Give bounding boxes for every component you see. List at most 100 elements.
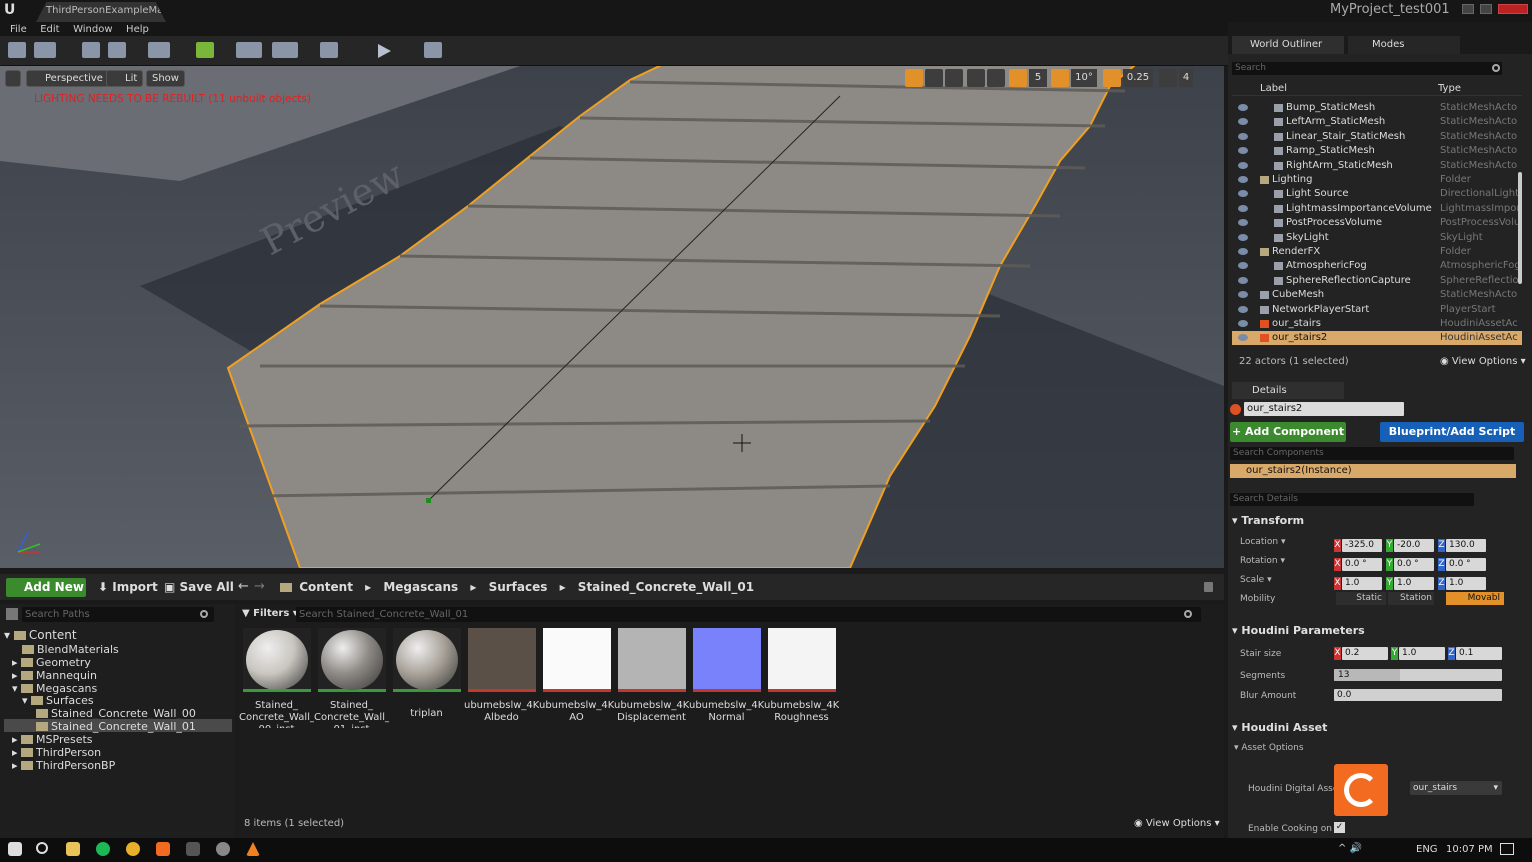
asset-tile[interactable] [243,628,311,696]
segments-slider[interactable]: 13 [1334,669,1502,681]
unreal-taskbar-icon[interactable] [186,842,200,856]
grid-snap-value[interactable]: 5 [1029,69,1047,87]
outliner-row[interactable]: Bump_StaticMesh StaticMeshActor [1232,101,1522,115]
houdini-taskbar-icon[interactable] [156,842,170,856]
save-icon[interactable] [8,42,26,58]
tree-item-blendmaterials[interactable]: BlendMaterials [22,643,119,656]
marketplace-icon[interactable] [108,42,126,58]
launch-icon[interactable] [424,42,442,58]
menu-file[interactable]: File [10,24,27,35]
digital-asset-select[interactable]: our_stairs ▾ [1410,781,1502,795]
tree-item-thirdperson[interactable]: ▸ ThirdPerson [12,746,101,759]
world-icon[interactable] [967,69,985,87]
visibility-eye-icon[interactable] [1238,276,1248,284]
outliner-search-input[interactable]: Search [1232,62,1502,75]
camera-speed-value[interactable]: 4 [1179,69,1193,87]
tab-world-outliner[interactable]: World Outliner [1232,36,1344,54]
rotation-z-input[interactable]: 0.0 ° [1446,558,1486,571]
details-tab[interactable]: Details [1232,382,1344,399]
add-new-button[interactable]: Add New [6,578,86,597]
actor-name-input[interactable]: our_stairs2 [1244,402,1404,416]
add-component-button[interactable]: + Add Component ▾ [1230,422,1346,458]
asset-tile[interactable] [393,628,461,696]
lit-button[interactable]: Lit [106,70,144,87]
viewport-options-button[interactable] [5,70,21,87]
content-icon[interactable] [82,42,100,58]
outliner-row[interactable]: RightArm_StaticMesh StaticMeshActor [1232,159,1522,173]
unity-taskbar-icon[interactable] [216,842,230,856]
visibility-eye-icon[interactable] [1238,291,1248,299]
maximize-icon[interactable] [1480,4,1492,14]
search-details-input[interactable]: Search Details [1230,493,1474,506]
tree-item-geometry[interactable]: ▸ Geometry [12,656,91,669]
outliner-row[interactable]: Ramp_StaticMesh StaticMeshActor [1232,144,1522,158]
visibility-eye-icon[interactable] [1238,305,1248,313]
outliner-row[interactable]: CubeMesh StaticMeshActor [1232,288,1522,302]
outliner-row[interactable]: NetworkPlayerStart PlayerStart [1232,303,1522,317]
vlc-icon[interactable] [246,842,260,856]
houdini-asset-thumbnail[interactable] [1334,764,1388,816]
unreal-logo-icon[interactable]: U [4,2,20,18]
save-all-button[interactable]: ▣ Save All [164,580,234,594]
mobility-static[interactable]: Static [1336,592,1386,605]
sources-toggle-icon[interactable] [6,608,18,620]
back-icon[interactable]: ← [238,579,249,594]
tree-item-mspresets[interactable]: ▸ MSPresets [12,733,93,746]
component-instance-row[interactable]: our_stairs2(Instance) [1230,464,1516,478]
visibility-eye-icon[interactable] [1238,233,1248,241]
grid-snap-icon[interactable] [1009,69,1027,87]
show-button[interactable]: Show [146,70,185,87]
outliner-row[interactable]: Lighting Folder [1232,173,1522,187]
tray-icons[interactable]: ^ 🔊 [1338,843,1362,854]
asset-tile[interactable] [618,628,686,696]
breadcrumb-megascans[interactable]: Megascans [383,580,458,594]
windows-start-icon[interactable] [8,842,22,856]
tab-modes[interactable]: Modes [1348,36,1460,54]
stair-size-z-input[interactable]: 0.1 [1456,647,1502,660]
outliner-row[interactable]: AtmosphericFog AtmosphericFog [1232,259,1522,273]
camera-speed-icon[interactable] [1159,69,1177,87]
search-assets-input[interactable]: Search Stained_Concrete_Wall_01 [296,607,1201,622]
megascans-icon[interactable] [196,42,214,58]
level-viewport[interactable]: Preview Perspective Lit Show LIGHTING NE… [0,66,1224,568]
stair-size-x-input[interactable]: 0.2 [1342,647,1388,660]
close-icon[interactable] [1498,4,1528,14]
translate-icon[interactable] [905,69,923,87]
tree-item-surfaces[interactable]: ▾ Surfaces [22,694,94,707]
outliner-row[interactable]: our_stairs2 HoudiniAssetActo [1232,331,1522,346]
language-indicator[interactable]: ENG [1416,844,1438,855]
notifications-icon[interactable] [1500,843,1514,855]
visibility-eye-icon[interactable] [1238,118,1248,126]
blur-input[interactable]: 0.0 [1334,689,1502,701]
play-icon[interactable] [378,44,391,58]
visibility-eye-icon[interactable] [1238,204,1248,212]
outliner-row[interactable]: PostProcessVolume PostProcessVolu [1232,216,1522,230]
visibility-eye-icon[interactable] [1238,147,1248,155]
asset-tile[interactable] [768,628,836,696]
asset-tile[interactable] [543,628,611,696]
visibility-eye-icon[interactable] [1238,104,1248,111]
asset-tile[interactable] [693,628,761,696]
source-control-icon[interactable] [34,42,56,58]
blueprint-add-script-button[interactable]: Blueprint/Add Script [1380,422,1524,442]
settings-icon[interactable] [148,42,170,58]
search-components-input[interactable]: Search Components [1230,447,1514,460]
outliner-row[interactable]: Light Source DirectionalLight [1232,187,1522,201]
outliner-row[interactable]: SkyLight SkyLight [1232,231,1522,245]
perspective-button[interactable]: Perspective [26,70,109,87]
location-y-input[interactable]: -20.0 [1394,539,1434,552]
build-icon[interactable] [320,42,338,58]
search-taskbar-icon[interactable] [36,842,48,854]
outliner-row[interactable]: SphereReflectionCapture SphereReflection [1232,274,1522,288]
clock[interactable]: 10:07 PM [1446,844,1493,855]
tree-item-wall-01[interactable]: Stained_Concrete_Wall_01 [36,720,196,733]
outliner-row[interactable]: RenderFX Folder [1232,245,1522,259]
rotation-x-input[interactable]: 0.0 ° [1342,558,1382,571]
visibility-eye-icon[interactable] [1238,334,1248,342]
scale-snap-value[interactable]: 0.25 [1123,69,1153,87]
visibility-eye-icon[interactable] [1238,320,1248,327]
menu-help[interactable]: Help [126,24,149,35]
forward-icon[interactable]: → [254,579,265,594]
tree-item-content[interactable]: ▾ Content [4,628,77,642]
visibility-eye-icon[interactable] [1238,248,1248,255]
